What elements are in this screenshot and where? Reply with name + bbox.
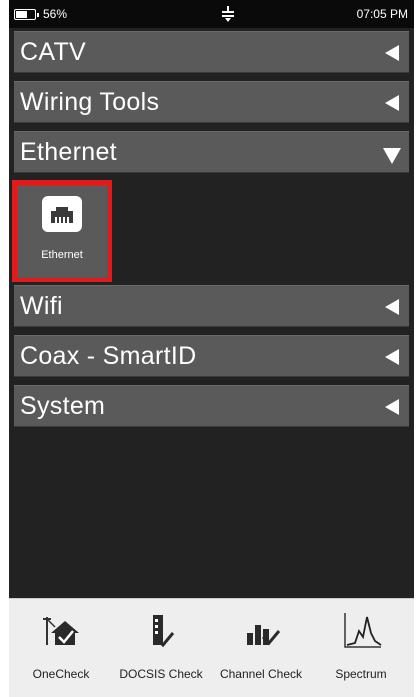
battery-icon — [14, 9, 39, 20]
toolbar-label: OneCheck — [32, 667, 90, 681]
menu-wiring-tools[interactable]: Wiring Tools — [14, 81, 409, 123]
tile-background: Ethernet — [17, 185, 107, 277]
menu-label: Ethernet — [20, 138, 117, 166]
status-time: 07:05 PM — [356, 7, 408, 21]
spectrum-icon — [344, 613, 382, 648]
ethernet-app-tile[interactable]: Ethernet — [12, 180, 112, 282]
menu-system[interactable]: System — [14, 385, 409, 427]
collapsed-arrow-icon — [385, 299, 399, 315]
menu-coax-smartid[interactable]: Coax - SmartID — [14, 335, 409, 377]
docsis-check-icon — [153, 615, 175, 648]
ethernet-port-icon — [42, 196, 82, 232]
bottom-toolbar: OneCheck DOCSIS Check Channel Check Spec… — [9, 598, 414, 697]
expanded-arrow-icon — [383, 148, 401, 164]
menu-label: Wifi — [20, 292, 63, 320]
menu-label: CATV — [20, 38, 87, 66]
onecheck-button[interactable]: OneCheck — [11, 599, 111, 697]
collapsed-arrow-icon — [385, 45, 399, 61]
device-screen: 56% 07:05 PM CATV Wiring Tools Ethernet — [9, 0, 414, 697]
menu-ethernet[interactable]: Ethernet — [14, 131, 409, 173]
menu-catv[interactable]: CATV — [14, 31, 409, 73]
menu-label: Wiring Tools — [20, 88, 160, 116]
menu-wifi[interactable]: Wifi — [14, 285, 409, 327]
channel-check-button[interactable]: Channel Check — [211, 599, 311, 697]
notification-icon — [222, 6, 234, 22]
menu-label: Coax - SmartID — [20, 342, 197, 370]
battery-percent: 56% — [43, 7, 68, 21]
toolbar-label: DOCSIS Check — [119, 667, 203, 681]
toolbar-label: Spectrum — [335, 667, 387, 681]
channel-check-icon — [247, 625, 281, 646]
collapsed-arrow-icon — [385, 399, 399, 415]
onecheck-house-icon — [43, 617, 79, 645]
collapsed-arrow-icon — [385, 95, 399, 111]
status-bar: 56% 07:05 PM — [9, 0, 414, 28]
collapsed-arrow-icon — [385, 349, 399, 365]
menu-label: System — [20, 392, 106, 420]
toolbar-label: Channel Check — [219, 667, 303, 681]
tile-label: Ethernet — [41, 249, 83, 261]
spectrum-button[interactable]: Spectrum — [311, 599, 411, 697]
docsis-check-button[interactable]: DOCSIS Check — [111, 599, 211, 697]
